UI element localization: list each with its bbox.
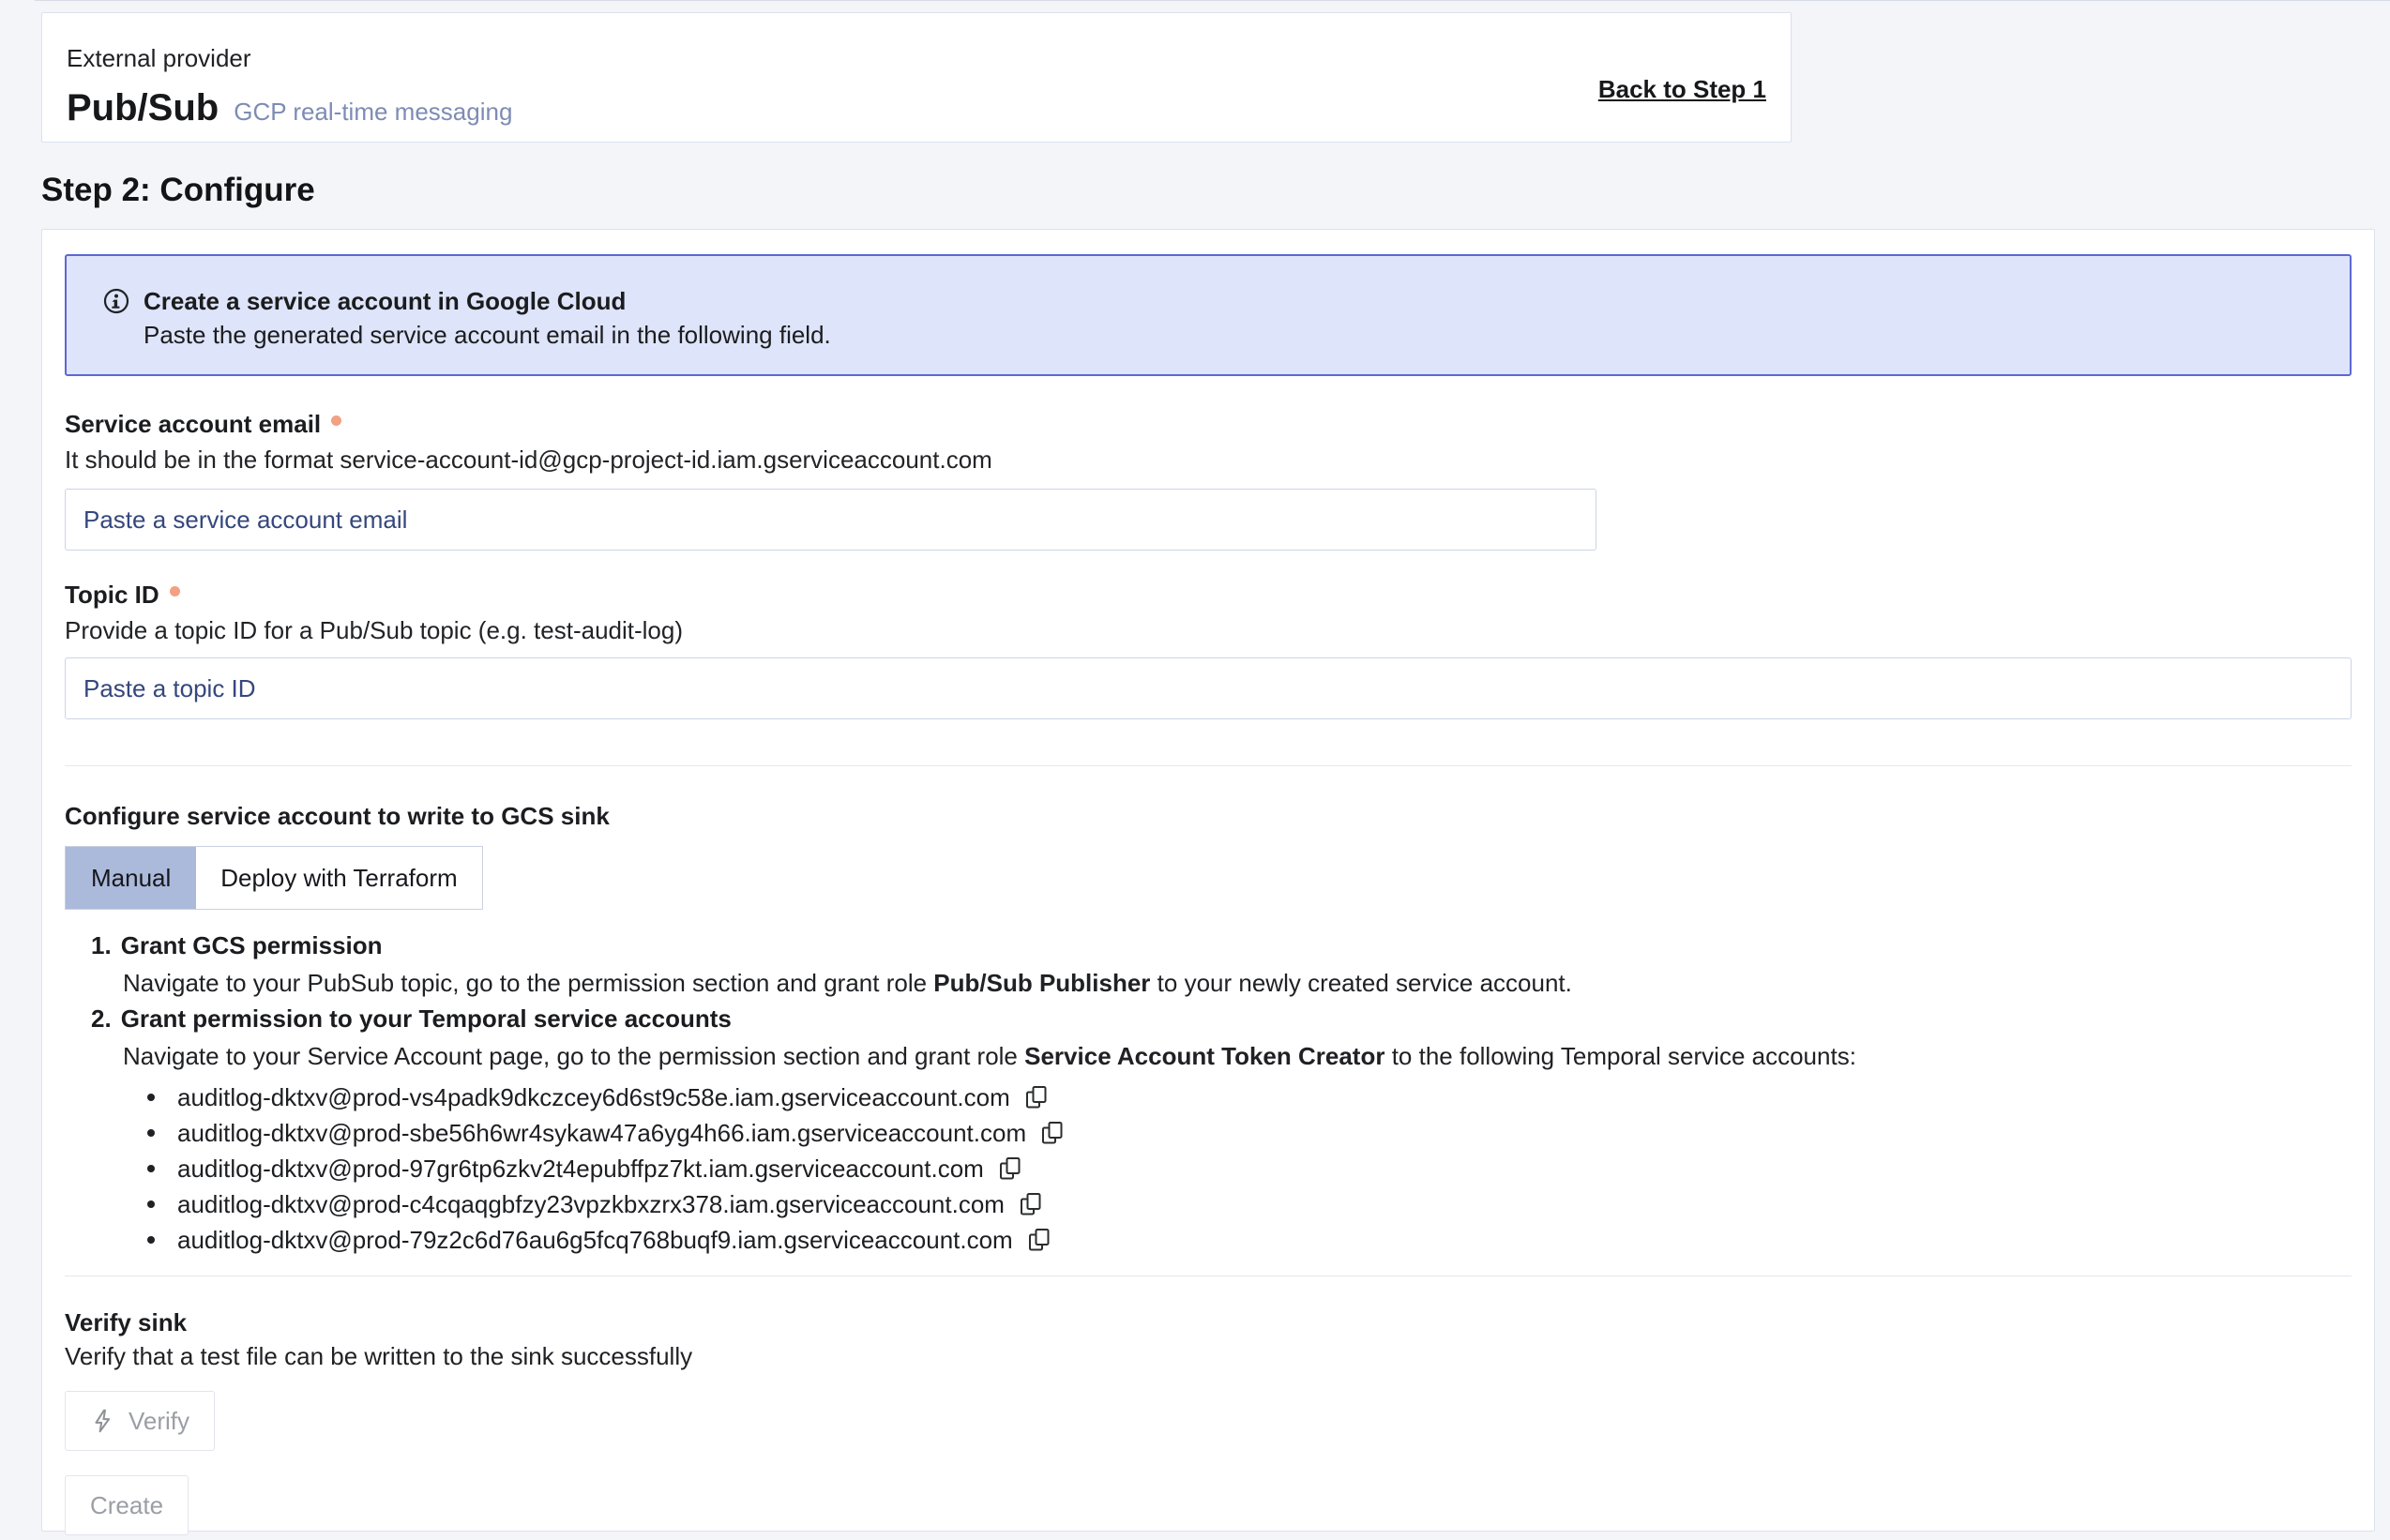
service-account-email: auditlog-dktxv@prod-vs4padk9dkczcey6d6st… <box>177 1083 1010 1112</box>
copy-icon[interactable] <box>1022 1083 1051 1111</box>
topic-id-help: Provide a topic ID for a Pub/Sub topic (… <box>65 616 2352 644</box>
list-item: auditlog-dktxv@prod-sbe56h6wr4sykaw47a6y… <box>147 1115 2352 1151</box>
copy-icon[interactable] <box>1025 1226 1053 1254</box>
verify-button[interactable]: Verify <box>65 1391 215 1451</box>
verify-button-label: Verify <box>129 1407 189 1436</box>
list-item: auditlog-dktxv@prod-97gr6tp6zkv2t4epubff… <box>147 1151 2352 1186</box>
copy-icon[interactable] <box>1038 1119 1066 1147</box>
service-account-email-label-row: Service account email <box>65 410 2352 438</box>
step-2-body: Navigate to your Service Account page, g… <box>123 1041 2352 1071</box>
step-2-heading: 2. Grant permission to your Temporal ser… <box>91 1004 2352 1034</box>
page-title: Step 2: Configure <box>41 172 315 209</box>
configure-tabs: Manual Deploy with Terraform <box>65 846 483 910</box>
required-indicator <box>331 415 341 426</box>
step-1-title: Grant GCS permission <box>121 930 383 960</box>
configure-section-title: Configure service account to write to GC… <box>65 802 2352 830</box>
info-banner-title: Create a service account in Google Cloud <box>144 287 626 315</box>
bullet-dot <box>147 1094 155 1101</box>
list-item: auditlog-dktxv@prod-c4cqaqgbfzy23vpzkbxz… <box>147 1186 2352 1222</box>
info-banner: Create a service account in Google Cloud… <box>65 254 2352 376</box>
required-indicator <box>170 586 180 596</box>
service-account-email: auditlog-dktxv@prod-sbe56h6wr4sykaw47a6y… <box>177 1119 1026 1148</box>
zap-icon <box>90 1408 116 1434</box>
service-account-email-label: Service account email <box>65 410 321 438</box>
manual-steps: 1. Grant GCS permission Navigate to your… <box>91 930 2352 1258</box>
create-button-label: Create <box>90 1491 163 1520</box>
back-to-step-1-link[interactable]: Back to Step 1 <box>1598 75 1766 104</box>
copy-icon[interactable] <box>1017 1190 1045 1218</box>
bullet-dot <box>147 1200 155 1208</box>
bullet-dot <box>147 1165 155 1172</box>
tab-deploy-with-terraform[interactable]: Deploy with Terraform <box>196 847 481 909</box>
top-divider <box>35 0 2390 1</box>
service-account-email-input[interactable] <box>65 489 1596 551</box>
bullet-dot <box>147 1236 155 1244</box>
tab-manual[interactable]: Manual <box>66 847 196 909</box>
step-1-body: Navigate to your PubSub topic, go to the… <box>123 968 2352 998</box>
step-1-number: 1. <box>91 930 112 960</box>
service-account-email: auditlog-dktxv@prod-97gr6tp6zkv2t4epubff… <box>177 1155 984 1184</box>
verify-sink-description: Verify that a test file can be written t… <box>65 1342 2352 1370</box>
provider-row: Pub/Sub GCP real-time messaging <box>67 87 1766 128</box>
external-provider-label: External provider <box>67 45 1766 71</box>
topic-id-input[interactable] <box>65 657 2352 719</box>
info-icon <box>102 287 130 315</box>
copy-icon[interactable] <box>996 1155 1024 1183</box>
service-account-email: auditlog-dktxv@prod-c4cqaqgbfzy23vpzkbxz… <box>177 1190 1005 1219</box>
info-banner-body: Paste the generated service account emai… <box>144 321 2327 349</box>
service-account-email-help: It should be in the format service-accou… <box>65 445 2352 474</box>
provider-subtitle: GCP real-time messaging <box>234 98 512 127</box>
service-account-email: auditlog-dktxv@prod-79z2c6d76au6g5fcq768… <box>177 1226 1013 1255</box>
topic-id-label-row: Topic ID <box>65 581 2352 609</box>
bullet-dot <box>147 1129 155 1137</box>
step-2-number: 2. <box>91 1004 112 1034</box>
create-button[interactable]: Create <box>65 1475 189 1535</box>
service-account-list: auditlog-dktxv@prod-vs4padk9dkczcey6d6st… <box>147 1080 2352 1258</box>
list-item: auditlog-dktxv@prod-vs4padk9dkczcey6d6st… <box>147 1080 2352 1115</box>
topic-id-label: Topic ID <box>65 581 159 609</box>
step-2-title: Grant permission to your Temporal servic… <box>121 1004 732 1034</box>
list-item: auditlog-dktxv@prod-79z2c6d76au6g5fcq768… <box>147 1222 2352 1258</box>
step-1-heading: 1. Grant GCS permission <box>91 930 2352 960</box>
provider-name: Pub/Sub <box>67 87 219 128</box>
verify-sink-title: Verify sink <box>65 1308 2352 1336</box>
configure-card: Create a service account in Google Cloud… <box>41 229 2375 1532</box>
provider-header-card: External provider Pub/Sub GCP real-time … <box>41 12 1792 143</box>
section-divider <box>65 765 2352 766</box>
